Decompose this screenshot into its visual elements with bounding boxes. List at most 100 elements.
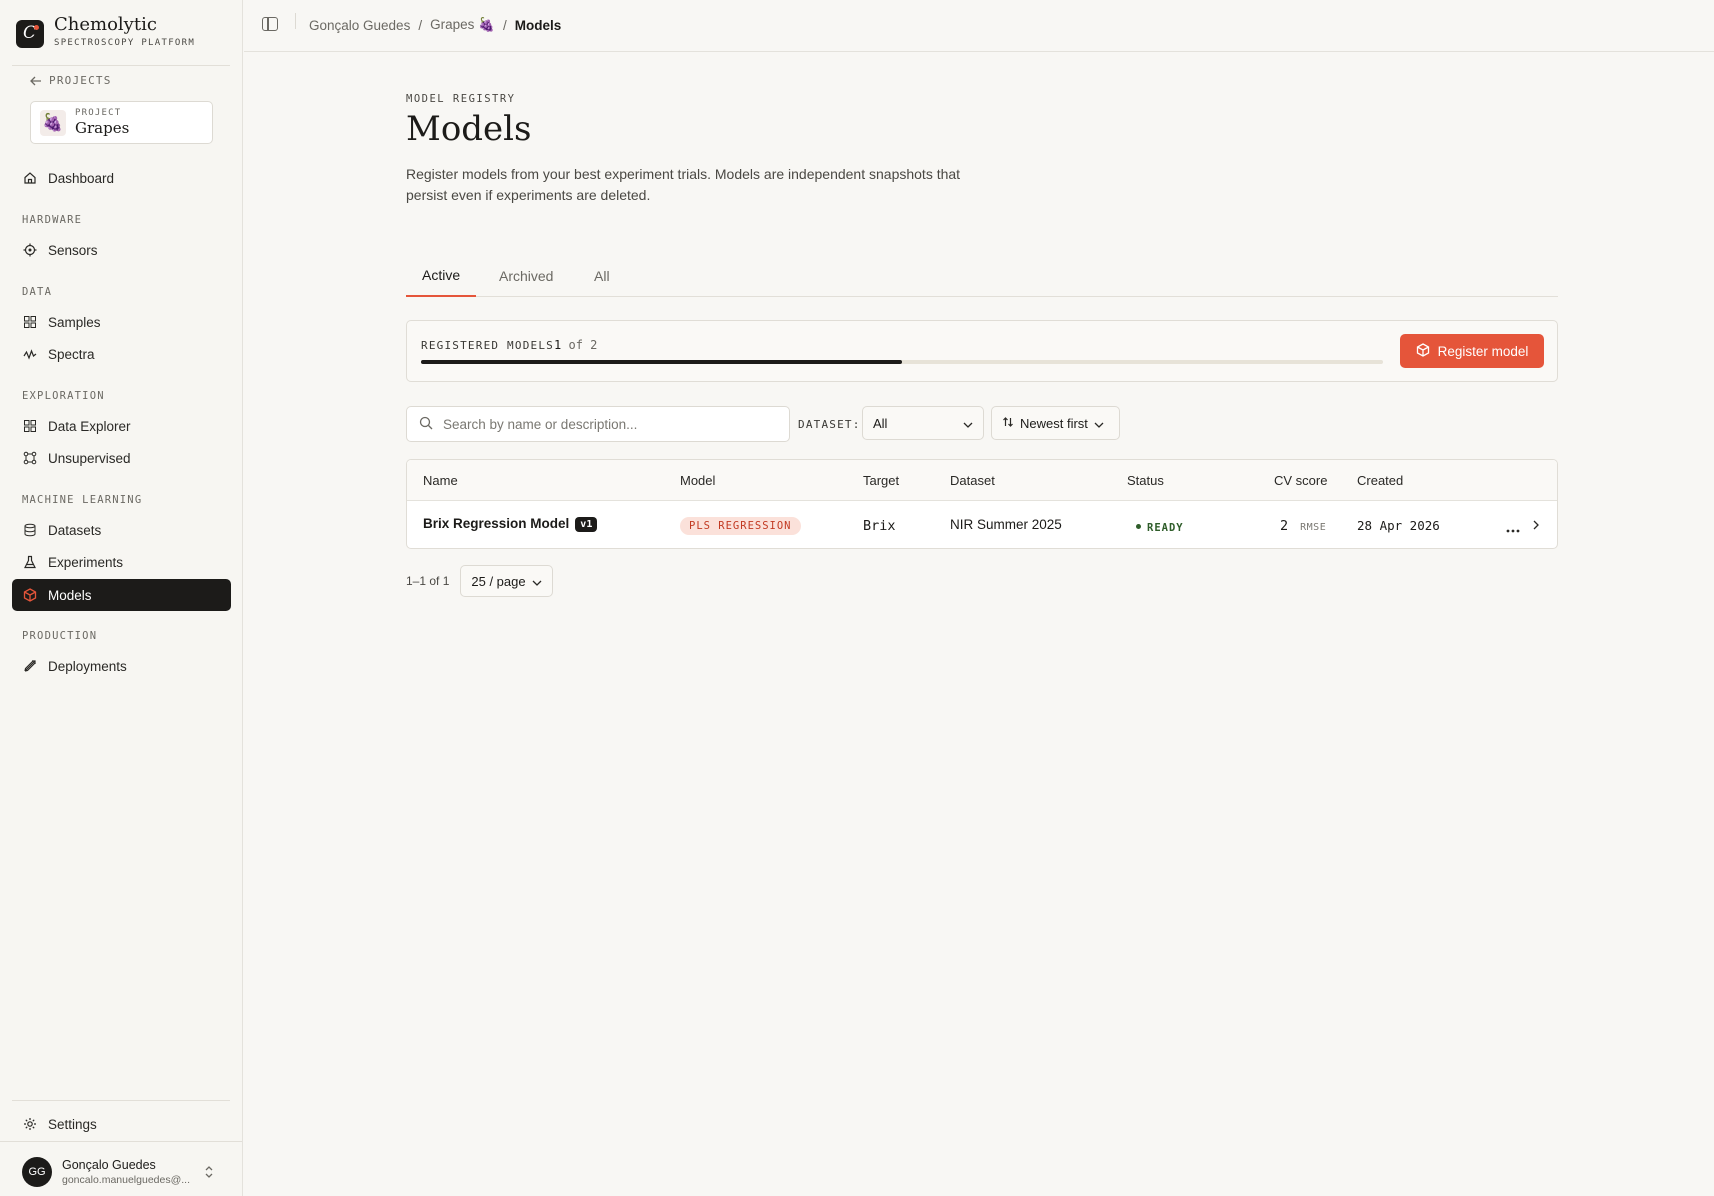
chevron-updown-icon[interactable] <box>204 1165 214 1182</box>
section-machine-learning: MACHINE LEARNING <box>22 494 143 506</box>
project-switcher[interactable]: 🍇 PROJECT Grapes <box>30 101 213 144</box>
tab-all[interactable]: All <box>578 255 626 297</box>
top-bar: Gonçalo Guedes / Grapes 🍇 / Models <box>244 0 1714 52</box>
back-to-projects-link[interactable]: PROJECTS <box>30 74 112 87</box>
sort-select-value: Newest first <box>1020 415 1088 431</box>
chevron-right-icon[interactable] <box>1533 518 1539 533</box>
version-badge: v1 <box>575 517 598 532</box>
search-icon <box>419 416 433 433</box>
dataset-select-value: All <box>873 415 888 431</box>
chevron-down-icon <box>963 416 973 431</box>
divider <box>12 1100 230 1101</box>
brand-subtitle: SPECTROSCOPY PLATFORM <box>54 37 196 48</box>
nav-samples[interactable]: Samples <box>12 306 231 338</box>
database-icon <box>23 523 37 537</box>
breadcrumb-separator: / <box>502 17 507 33</box>
registry-label: REGISTERED MODELS <box>421 339 554 352</box>
section-hardware: HARDWARE <box>22 214 83 226</box>
sidebar-toggle-icon[interactable] <box>262 17 278 31</box>
brand-logo: C <box>16 20 44 48</box>
nav-unsupervised[interactable]: Unsupervised <box>12 442 231 474</box>
registry-count: 1 of 2 <box>554 338 597 352</box>
nav-label: Settings <box>48 1116 97 1132</box>
registry-usage-card: REGISTERED MODELS 1 of 2 Register model <box>406 320 1558 382</box>
status-dot <box>1136 524 1141 529</box>
divider <box>12 65 230 66</box>
sidebar: C Chemolytic SPECTROSCOPY PLATFORM PROJE… <box>0 0 243 1196</box>
more-options-icon[interactable] <box>1506 521 1520 536</box>
wave-icon <box>23 347 37 361</box>
models-table: Name Model Target Dataset Status CV scor… <box>406 459 1558 549</box>
project-label: PROJECT <box>75 108 122 118</box>
chevron-down-icon <box>532 574 542 589</box>
avatar: GG <box>22 1157 52 1187</box>
sort-icon <box>1002 416 1014 431</box>
model-type-cell: PLS REGRESSION <box>680 517 801 535</box>
column-header-dataset[interactable]: Dataset <box>950 473 995 488</box>
column-header-cv-score[interactable]: CV score <box>1274 473 1327 488</box>
created-cell: 28 Apr 2026 <box>1357 518 1440 533</box>
nav-label: Deployments <box>48 658 127 674</box>
nav-label: Sensors <box>48 242 98 258</box>
table-header: Name Model Target Dataset Status CV scor… <box>407 460 1557 501</box>
status-text: READY <box>1147 522 1184 534</box>
section-data: DATA <box>22 286 53 298</box>
nav-label: Samples <box>48 314 101 330</box>
registry-count-value: 1 <box>554 338 562 352</box>
dataset-select[interactable]: All <box>862 406 984 440</box>
tab-active[interactable]: Active <box>406 255 477 297</box>
breadcrumb: Gonçalo Guedes / Grapes 🍇 / Models <box>309 17 561 33</box>
registry-count-total: of 2 <box>568 338 598 352</box>
nav-dashboard[interactable]: Dashboard <box>12 162 231 194</box>
status-badge: READY <box>1136 522 1184 534</box>
sort-select[interactable]: Newest first <box>991 406 1120 440</box>
page-size-value: 25 / page <box>471 573 526 589</box>
page-size-select[interactable]: 25 / page <box>460 565 553 597</box>
user-menu[interactable]: GG Gonçalo Guedes goncalo.manuelguedes@.… <box>22 1157 190 1187</box>
nav-data-explorer[interactable]: Data Explorer <box>12 410 231 442</box>
divider <box>0 1141 242 1142</box>
model-type-pill: PLS REGRESSION <box>680 517 801 535</box>
column-header-model[interactable]: Model <box>680 473 715 488</box>
breadcrumb-separator: / <box>418 17 423 33</box>
tab-archived[interactable]: Archived <box>483 255 569 297</box>
page-description: Register models from your best experimen… <box>406 166 961 203</box>
nav-label: Datasets <box>48 522 102 538</box>
arrow-left-icon <box>30 76 41 85</box>
breadcrumb-user[interactable]: Gonçalo Guedes <box>309 18 410 33</box>
nav-experiments[interactable]: Experiments <box>12 546 231 578</box>
registry-usage-bar <box>421 360 1383 364</box>
column-header-created[interactable]: Created <box>1357 473 1403 488</box>
nav-label: Data Explorer <box>48 418 131 434</box>
grid-icon <box>23 419 37 433</box>
registry-usage-fill <box>421 360 902 364</box>
nav-deployments[interactable]: Deployments <box>12 650 231 682</box>
nav-datasets[interactable]: Datasets <box>12 514 231 546</box>
column-header-status[interactable]: Status <box>1127 473 1164 488</box>
back-label: PROJECTS <box>49 74 112 87</box>
brand[interactable]: C Chemolytic SPECTROSCOPY PLATFORM <box>16 14 195 48</box>
register-model-button[interactable]: Register model <box>1400 334 1544 368</box>
search-input[interactable] <box>443 416 783 432</box>
nav-settings[interactable]: Settings <box>12 1108 231 1140</box>
breadcrumb-project[interactable]: Grapes 🍇 <box>430 17 495 33</box>
sensor-icon <box>23 243 37 257</box>
tab-bar: Active Archived All <box>406 255 1558 297</box>
column-header-target[interactable]: Target <box>863 473 899 488</box>
nav-sensors[interactable]: Sensors <box>12 234 231 266</box>
nav-spectra[interactable]: Spectra <box>12 338 231 370</box>
page-title: Models <box>406 109 532 149</box>
section-exploration: EXPLORATION <box>22 390 105 402</box>
cube-icon <box>23 588 37 602</box>
user-email: goncalo.manuelguedes@... <box>62 1174 190 1186</box>
column-header-name[interactable]: Name <box>423 473 458 488</box>
breadcrumb-current: Models <box>514 17 562 33</box>
grapes-icon: 🍇 <box>40 109 66 136</box>
model-name-cell[interactable]: Brix Regression Model v1 <box>423 516 598 532</box>
user-name: Gonçalo Guedes <box>62 1158 156 1172</box>
dataset-cell[interactable]: NIR Summer 2025 <box>950 517 1062 532</box>
search-box <box>406 406 790 442</box>
brand-name: Chemolytic <box>54 13 157 35</box>
page-eyebrow: MODEL REGISTRY <box>406 93 516 105</box>
nav-models[interactable]: Models <box>12 579 231 611</box>
